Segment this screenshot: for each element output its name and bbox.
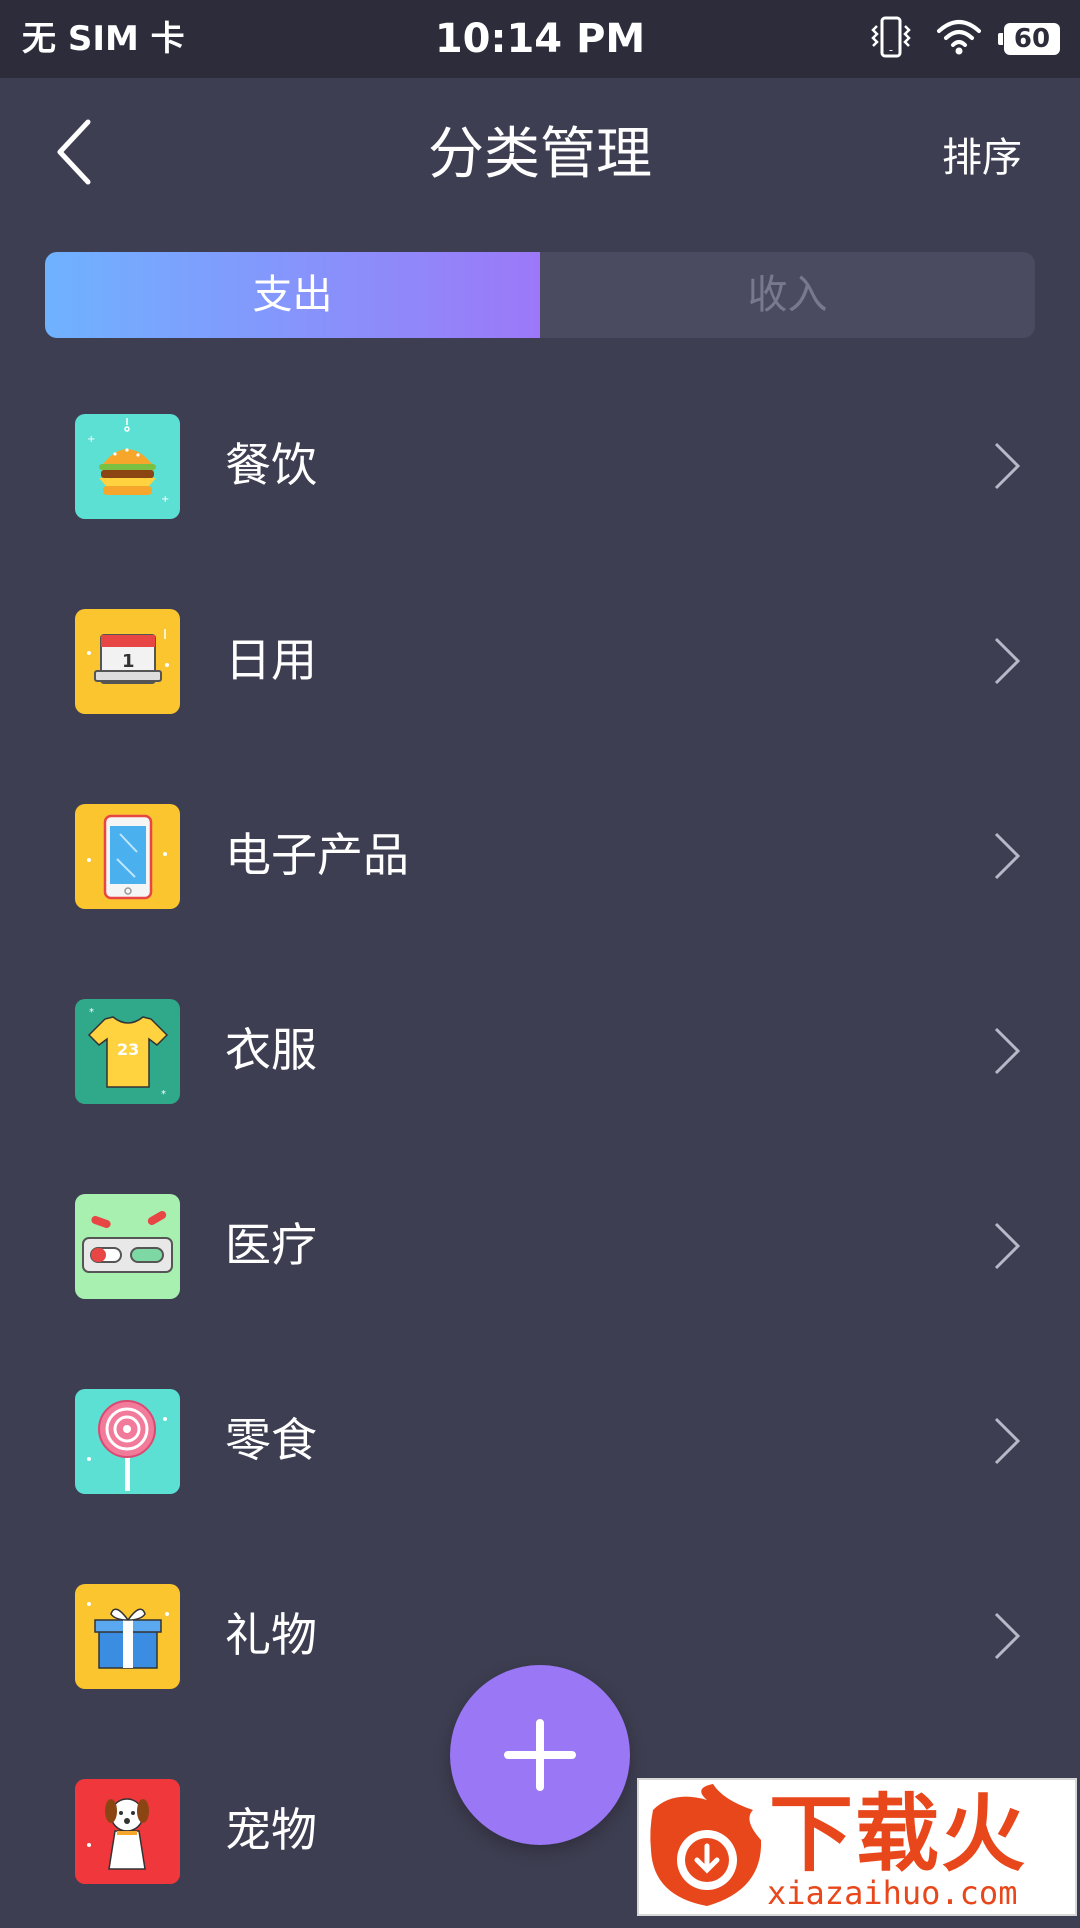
wifi-icon (936, 17, 982, 61)
dog-icon (75, 1779, 180, 1884)
lollipop-icon (75, 1389, 180, 1494)
svg-text:+: + (161, 494, 169, 505)
sort-button[interactable]: 排序 (942, 130, 1022, 186)
app-header: 分类管理 排序 (0, 78, 1080, 238)
calendar-icon: 1 (75, 609, 180, 714)
watermark-logo: 下载火 xiazaihuo.com (637, 1778, 1077, 1916)
watermark-url: xiazaihuo.com (767, 1874, 1018, 1912)
chevron-right-icon (994, 1027, 1021, 1075)
chevron-right-icon (994, 1417, 1021, 1465)
chevron-right-icon (994, 1612, 1021, 1660)
category-label: 电子产品 (225, 828, 409, 882)
type-tabs: 支出 收入 (45, 252, 1035, 338)
chevron-right-icon (994, 442, 1021, 490)
vibrate-icon (868, 14, 914, 64)
category-label: 零食 (225, 1413, 317, 1467)
category-item[interactable]: 电子产品 (0, 758, 1080, 953)
chevron-right-icon (994, 1222, 1021, 1270)
category-item[interactable]: 23 * * 衣服 (0, 953, 1080, 1148)
category-label: 日用 (225, 633, 317, 687)
svg-text:*: * (89, 1007, 94, 1018)
tab-income[interactable]: 收入 (540, 252, 1035, 338)
gift-icon (75, 1584, 180, 1689)
tab-expense[interactable]: 支出 (45, 252, 540, 338)
shirt-icon: 23 * * (75, 999, 180, 1104)
svg-text:*: * (161, 1089, 166, 1100)
chevron-right-icon (994, 637, 1021, 685)
category-item[interactable]: + + 餐饮 (0, 368, 1080, 563)
pills-icon (75, 1194, 180, 1299)
calendar-day-text: 1 (122, 651, 135, 672)
watermark-title: 下载火 (769, 1785, 1028, 1883)
category-label: 医疗 (225, 1218, 317, 1272)
add-category-button[interactable] (450, 1665, 630, 1845)
chevron-right-icon (994, 832, 1021, 880)
status-bar: 无 SIM 卡 10:14 PM 60 (0, 0, 1080, 78)
category-item[interactable]: 1 日用 (0, 563, 1080, 758)
burger-icon: + + (75, 414, 180, 519)
svg-text:+: + (87, 434, 95, 445)
phone-icon (75, 804, 180, 909)
page-title: 分类管理 (428, 122, 652, 187)
category-label: 宠物 (225, 1803, 317, 1857)
plus-icon (504, 1719, 576, 1791)
category-item[interactable]: 零食 (0, 1343, 1080, 1538)
shirt-number-text: 23 (117, 1040, 139, 1059)
flame-logo-icon (650, 1784, 762, 1906)
category-label: 衣服 (225, 1023, 317, 1077)
battery-icon: 60 (998, 23, 1060, 55)
category-item[interactable]: 医疗 (0, 1148, 1080, 1343)
category-label: 餐饮 (225, 438, 317, 492)
category-label: 礼物 (225, 1608, 317, 1662)
status-icons: 60 (868, 14, 1060, 64)
